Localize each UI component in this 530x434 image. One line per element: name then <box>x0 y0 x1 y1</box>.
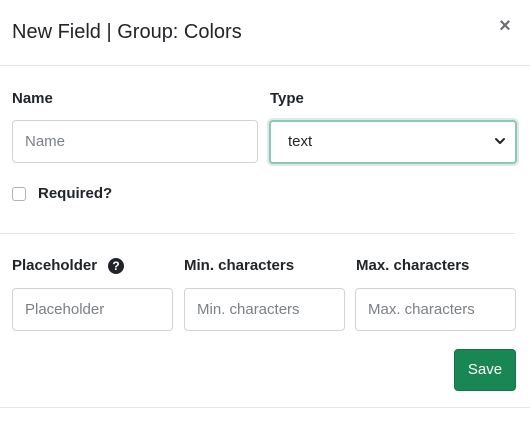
placeholder-input[interactable] <box>12 288 173 331</box>
question-circle-icon[interactable]: ? <box>108 258 124 274</box>
min-characters-label: Min. characters <box>184 257 295 274</box>
type-select-value: text <box>288 133 313 150</box>
type-label: Type <box>270 90 304 107</box>
modal-header: New Field | Group: Colors × <box>0 0 530 66</box>
required-checkbox[interactable] <box>12 187 26 201</box>
max-characters-label: Max. characters <box>356 257 470 274</box>
type-select[interactable]: text <box>269 120 517 164</box>
modal-title: New Field | Group: Colors <box>12 21 242 43</box>
chevron-down-icon <box>495 138 505 144</box>
max-characters-input[interactable] <box>355 288 516 331</box>
name-input[interactable] <box>12 120 258 163</box>
required-label: Required? <box>38 185 113 202</box>
placeholder-label: Placeholder <box>12 257 98 274</box>
close-icon[interactable]: × <box>494 15 516 37</box>
save-button[interactable]: Save <box>454 349 516 391</box>
new-field-modal: New Field | Group: Colors × Name Type te… <box>0 0 530 434</box>
min-characters-input[interactable] <box>184 288 345 331</box>
section-divider <box>0 233 515 234</box>
name-label: Name <box>12 90 53 107</box>
footer-divider <box>0 407 530 408</box>
